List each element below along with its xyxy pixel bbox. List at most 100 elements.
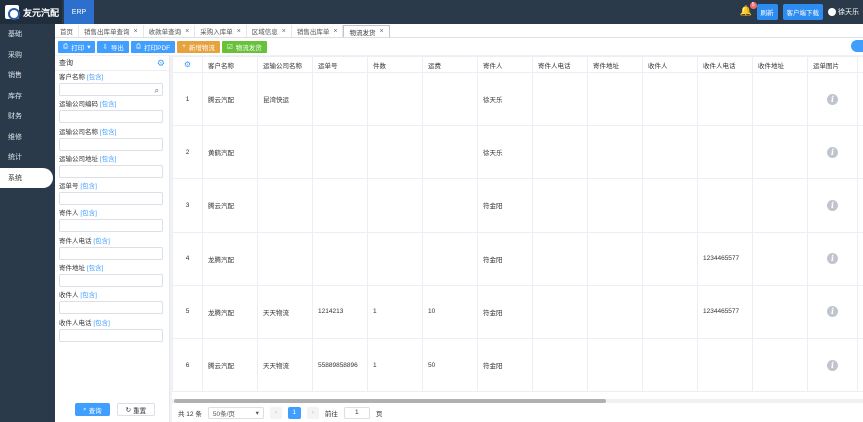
nav-item-system[interactable]: 系统 [0,167,53,188]
add-logistics-button[interactable]: + 新增物流 [177,40,220,53]
info-icon[interactable]: i [827,199,838,211]
column-header-overflow [857,56,863,73]
search-input[interactable] [59,137,163,151]
table-row[interactable]: 1 腾云汽配 昆湾快运 徐天乐 i [172,72,863,127]
column-header[interactable]: 寄件人电话 [532,56,588,73]
print-pdf-button[interactable]: ⎙ 打印PDF [130,40,176,53]
export-button[interactable]: ⇩ 导出 [97,40,129,53]
query-button[interactable]: ⌕ 查询 [75,403,110,416]
cell-waybill: 55889858896 [312,338,368,393]
include-tag[interactable]: [包含] [100,101,117,108]
search-input[interactable] [59,164,163,178]
close-icon[interactable]: × [185,28,189,35]
tab-2[interactable]: 收款单查询 × [144,25,196,37]
nav-item-sales[interactable]: 销售 [0,65,55,86]
pagination: 共 12 条 50条/页 ▾ ‹ 1 › 前往 1 页 [172,403,863,422]
goto-page-input[interactable]: 1 [343,406,370,419]
column-header[interactable]: 运单图片 [807,56,858,73]
next-page-button[interactable]: › [306,406,319,419]
column-header[interactable]: 寄件地址 [587,56,643,73]
info-icon[interactable]: i [827,146,838,158]
nav-item-finance[interactable]: 财务 [0,106,55,127]
column-header[interactable]: 客户名称 [202,56,258,73]
table-row[interactable]: 4 龙腾汽配 符金阳 1234465577 i [172,232,863,286]
close-icon[interactable]: × [237,28,241,35]
tab-5[interactable]: 销售出库单 × [292,25,344,37]
tab-label: 销售出库单 [296,29,330,36]
module-erp-tab[interactable]: ERP [64,0,94,24]
pdf-icon: ⎙ [135,42,142,50]
cell-sender-phone [532,178,588,233]
column-header[interactable]: 收件人电话 [697,56,753,73]
table-row[interactable]: 3 腾云汽配 符金阳 i [172,178,863,233]
include-tag[interactable]: [包含] [80,292,97,299]
include-tag[interactable]: [包含] [80,183,97,190]
nav-item-basic[interactable]: 基础 [0,24,55,45]
table-row[interactable]: 2 黄鹤汽配 徐天乐 i [172,125,863,180]
column-header[interactable]: 收件地址 [752,56,808,73]
user-menu[interactable]: 徐天乐 [828,7,859,17]
search-field-label: 寄件人 [包含] [59,209,165,218]
column-header[interactable]: 收件人 [642,56,698,73]
search-input[interactable] [59,246,163,260]
page-size-select[interactable]: 50条/页 ▾ [207,406,264,419]
include-tag[interactable]: [包含] [87,265,104,272]
search-input[interactable] [59,301,163,315]
nav-item-statistics[interactable]: 统计 [0,147,55,168]
include-tag[interactable]: [包含] [80,210,97,217]
nav-item-purchase[interactable]: 采购 [0,45,55,66]
tab-0[interactable]: 首页 [55,25,79,37]
cell-receiver-phone [697,178,753,233]
search-input[interactable] [59,328,163,342]
search-icon[interactable]: ⌕ [155,86,159,96]
side-expand-button[interactable] [851,40,863,52]
include-tag[interactable]: [包含] [93,238,110,245]
prev-page-button[interactable]: ‹ [269,406,282,419]
refresh-button[interactable]: 刷新 [756,4,778,20]
nav-item-repair[interactable]: 维修 [0,127,55,148]
tab-1[interactable]: 销售出库单查询 × [79,25,144,37]
nav-item-inventory[interactable]: 库存 [0,86,55,107]
table-row[interactable]: 5 龙腾汽配 天天物流 1214213 1 10 符金阳 1234465577 i [172,285,863,339]
include-tag[interactable]: [包含] [100,129,117,136]
cell-overflow [857,338,863,393]
print-button[interactable]: ⎙ 打印 ▾ [58,40,96,53]
tab-6[interactable]: 物流发货 × [343,25,390,37]
include-tag[interactable]: [包含] [93,320,110,327]
close-icon[interactable]: × [134,28,138,35]
reset-button[interactable]: ↻ 重置 [116,403,156,416]
search-input[interactable] [59,274,163,288]
info-icon[interactable]: i [827,306,838,318]
search-input[interactable] [59,192,163,206]
column-header[interactable]: 寄件人 [477,56,533,73]
gear-icon[interactable]: ⚙ [157,58,165,69]
bell-icon[interactable]: 🔔 5 [740,2,757,18]
include-tag[interactable]: [包含] [100,156,117,163]
tab-4[interactable]: 区域信息 × [247,25,292,37]
tab-3[interactable]: 采购入库单 × [195,25,247,37]
column-header[interactable]: 件数 [367,56,423,73]
search-input[interactable] [59,219,163,233]
page-number-current[interactable]: 1 [287,406,301,419]
ship-button[interactable]: ☑ 物流发货 [221,40,267,53]
table-row[interactable]: 6 腾云汽配 天天物流 55889858896 1 50 符金阳 i [172,338,863,393]
close-icon[interactable]: × [282,28,286,35]
column-header[interactable]: 运费 [422,56,478,73]
gear-icon[interactable]: ⚙ [184,60,191,69]
info-icon[interactable]: i [827,359,838,371]
cell-sender: 符金阳 [477,338,533,393]
cell-sender-phone [532,72,588,127]
column-header[interactable]: 运输公司名称 [257,56,313,73]
close-icon[interactable]: × [379,28,383,35]
info-icon[interactable]: i [827,253,838,265]
column-settings-header[interactable]: ⚙ [172,56,203,73]
search-input[interactable] [59,110,163,124]
search-input[interactable]: ⌕ [59,83,163,96]
field-name: 寄件地址 [59,265,85,273]
info-icon[interactable]: i [827,93,838,105]
close-icon[interactable]: × [333,28,337,35]
client-download-button[interactable]: 客户端下载 [782,4,823,20]
cell-waybill [312,125,368,180]
include-tag[interactable]: [包含] [87,74,104,81]
column-header[interactable]: 运单号 [312,56,368,73]
